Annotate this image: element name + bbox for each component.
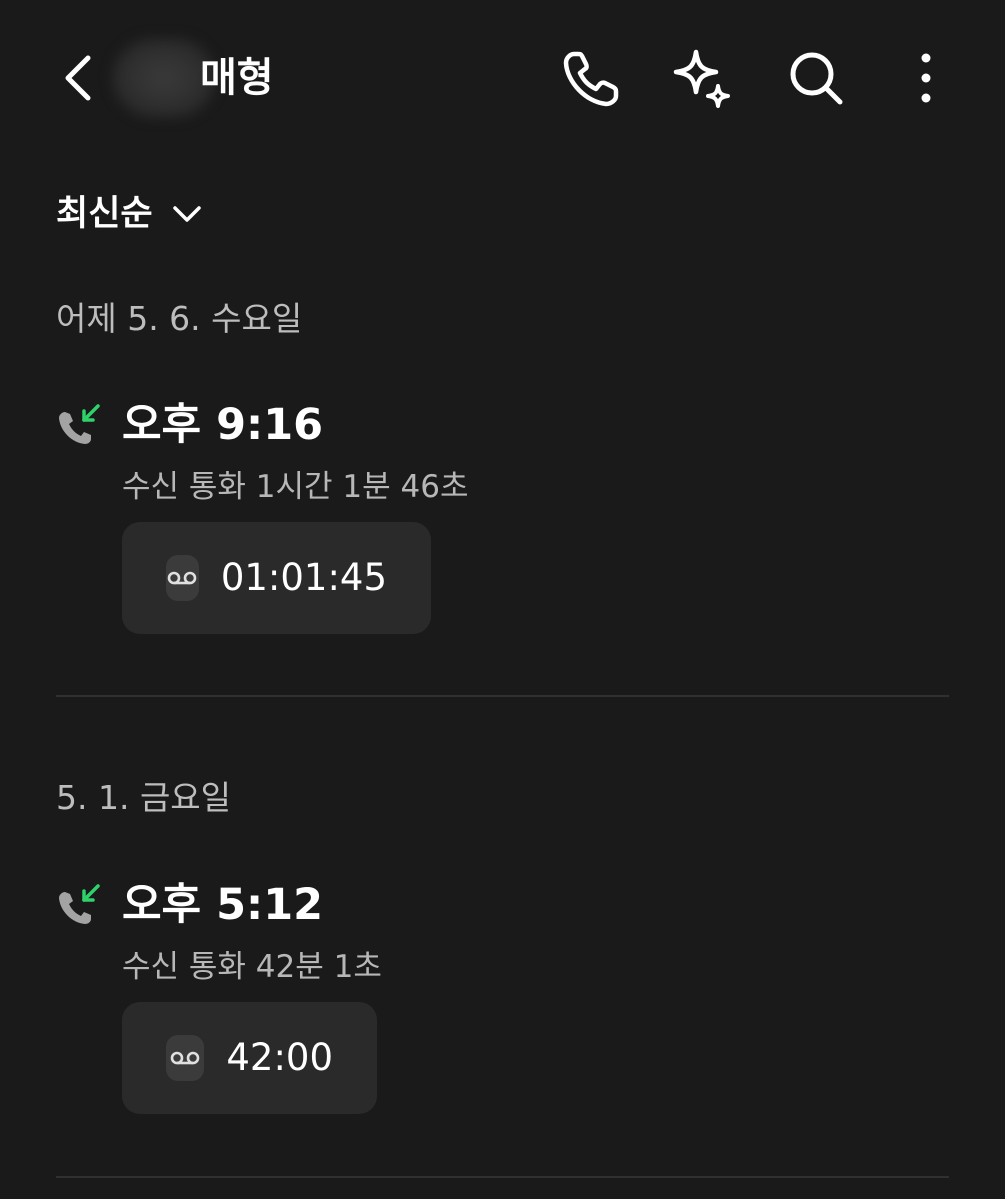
incoming-call-icon — [59, 884, 100, 924]
ai-assistant-button[interactable] — [668, 46, 732, 110]
recording-icon — [166, 555, 199, 601]
contact-name: 매형 — [200, 55, 274, 101]
section-divider — [56, 1176, 949, 1178]
phone-icon — [563, 51, 619, 107]
call-button[interactable] — [560, 46, 624, 110]
back-icon — [65, 55, 91, 101]
call-recording-player[interactable]: 01:01:45 — [122, 522, 431, 634]
chevron-down-icon — [172, 206, 201, 222]
date-header: 5. 1. 금요일 — [56, 778, 232, 817]
call-time: 오후 5:12 — [122, 880, 324, 930]
call-recording-player[interactable]: 42:00 — [122, 1002, 377, 1114]
recording-icon — [166, 1035, 205, 1081]
section-divider — [56, 695, 949, 697]
call-time: 오후 9:16 — [122, 400, 324, 450]
more-options-button[interactable] — [896, 46, 956, 110]
call-detail: 수신 통화 1시간 1분 46초 — [122, 469, 469, 505]
recording-duration: 42:00 — [226, 1036, 333, 1079]
sort-label: 최신순 — [56, 194, 153, 234]
search-icon — [790, 52, 843, 105]
back-button[interactable] — [54, 48, 104, 108]
incoming-call-icon — [59, 404, 100, 444]
date-header: 어제 5. 6. 수요일 — [56, 299, 303, 338]
app-header: 매형 — [0, 0, 1005, 160]
more-vertical-icon — [921, 53, 931, 103]
sort-dropdown[interactable]: 최신순 — [56, 186, 205, 242]
search-button[interactable] — [784, 46, 848, 110]
call-detail: 수신 통화 42분 1초 — [122, 949, 382, 985]
sparkle-icon — [673, 49, 730, 108]
recording-duration: 01:01:45 — [220, 556, 387, 599]
